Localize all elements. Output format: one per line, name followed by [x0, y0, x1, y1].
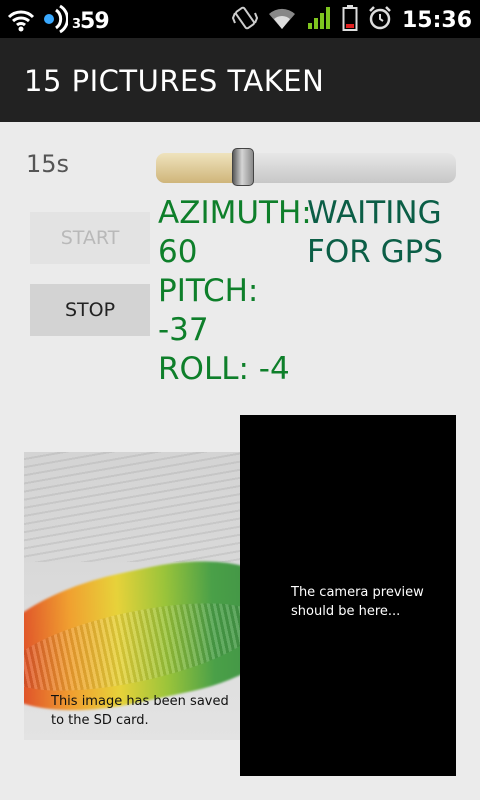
preview-caption: The camera preview should be here...	[291, 585, 424, 619]
slider-thumb[interactable]	[232, 148, 254, 186]
interval-slider[interactable]	[156, 148, 456, 186]
stop-button[interactable]: STOP	[30, 284, 150, 336]
slider-fill	[156, 153, 243, 183]
page-title: 15 PICTURES TAKEN	[24, 64, 325, 98]
photo-background	[24, 452, 241, 562]
pitch-value: PITCH: -37	[158, 273, 259, 348]
camera-preview: The camera preview should be here...	[240, 415, 456, 776]
wifi-icon	[268, 5, 296, 35]
battery-icon	[342, 4, 358, 36]
status-bar: 359 15:36	[0, 0, 480, 38]
gps-status: WAITING FOR GPS	[307, 195, 444, 270]
status-bar-left: 359	[6, 4, 110, 38]
title-bar: 15 PICTURES TAKEN	[0, 38, 480, 122]
vibrate-icon	[231, 5, 259, 35]
notification-count: 359	[72, 8, 110, 34]
status-bar-right: 15:36	[231, 4, 472, 36]
photo-caption: This image has been saved to the SD card…	[51, 694, 229, 728]
roll-value: ROLL: -4	[158, 351, 290, 387]
start-button[interactable]: START	[30, 212, 150, 264]
wifi-icon	[6, 4, 36, 38]
sensor-readout: AZIMUTH: 60 PITCH: -37 ROLL: -4	[158, 194, 312, 389]
alarm-icon	[368, 5, 392, 35]
last-photo: This image has been saved to the SD card…	[24, 452, 241, 740]
signal-icon	[306, 5, 332, 35]
sync-icon	[40, 4, 70, 38]
interval-label: 15s	[26, 150, 70, 178]
azimuth-value: AZIMUTH: 60	[158, 195, 312, 270]
status-clock: 15:36	[401, 7, 472, 33]
